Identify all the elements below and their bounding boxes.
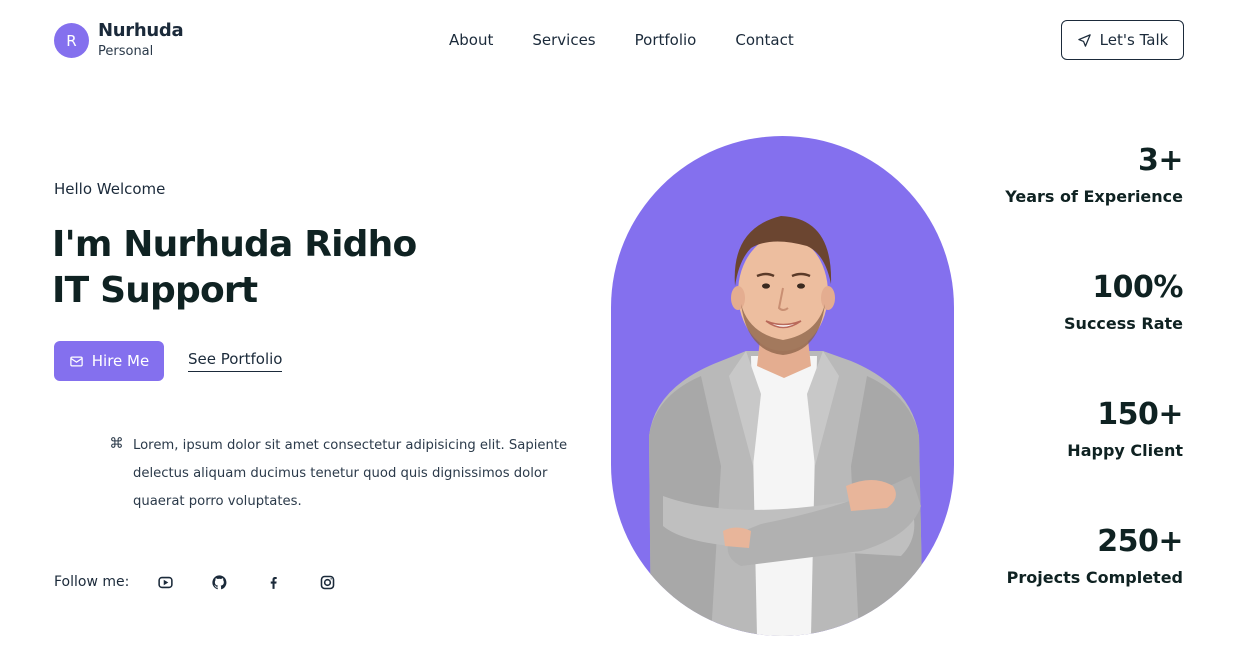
nav-services[interactable]: Services [532,31,595,49]
hero-title: I'm Nurhuda Ridho IT Support [52,222,417,314]
stat-label: Success Rate [1064,314,1183,333]
stat-value: 3+ [1137,143,1184,178]
facebook-icon [271,576,278,589]
stat-experience: 3+ Years of Experience [1005,144,1183,207]
instagram-icon [321,575,335,589]
follow-label: Follow me: [54,574,130,590]
lets-talk-label: Let's Talk [1099,31,1169,49]
command-icon [111,437,122,448]
hero-description: Lorem, ipsum dolor sit amet consectetur … [133,438,568,509]
github-link[interactable] [211,572,265,592]
nav-about[interactable]: About [449,31,493,49]
brand-text: Nurhuda Personal [98,20,184,59]
instagram-link[interactable] [319,572,373,592]
stat-projects-completed: 250+ Projects Completed [1006,524,1184,588]
hero-title-line1: I'm Nurhuda Ridho [52,224,417,265]
greeting: Hello Welcome [54,180,166,198]
person-illustration [649,216,923,636]
stat-value: 250+ [1097,524,1183,559]
page: R Nurhuda Personal About Services Portfo… [0,0,1252,649]
brand-name: Nurhuda [98,20,184,41]
facebook-link[interactable] [265,572,319,592]
brand-avatar: R [54,23,89,58]
mail-icon [70,356,83,366]
stat-value: 150+ [1097,397,1183,432]
youtube-icon [158,576,173,588]
see-portfolio-link[interactable]: See Portfolio [188,350,283,372]
nav-portfolio[interactable]: Portfolio [635,31,697,49]
portrait [611,136,954,636]
lets-talk-button[interactable]: Let's Talk [1061,20,1184,60]
stat-label: Years of Experience [1005,187,1183,206]
hire-me-button[interactable]: Hire Me [54,341,164,381]
stat-value: 100% [1092,270,1183,305]
hero-title-line2: IT Support [52,270,258,311]
nav-contact[interactable]: Contact [735,31,793,49]
main-nav: About Services Portfolio Contact [449,31,794,49]
stat-success-rate: 100% Success Rate [1064,271,1183,334]
brand-subtitle: Personal [98,44,154,59]
stat-label: Happy Client [1067,441,1183,460]
stat-label: Projects Completed [1006,568,1183,587]
hire-me-label: Hire Me [91,352,150,370]
brand[interactable]: R Nurhuda Personal [54,20,184,59]
stat-happy-client: 150+ Happy Client [1067,398,1183,461]
follow-section: Follow me: [54,572,373,592]
send-icon [1077,33,1091,47]
github-icon [212,574,227,589]
youtube-link[interactable] [157,572,211,592]
